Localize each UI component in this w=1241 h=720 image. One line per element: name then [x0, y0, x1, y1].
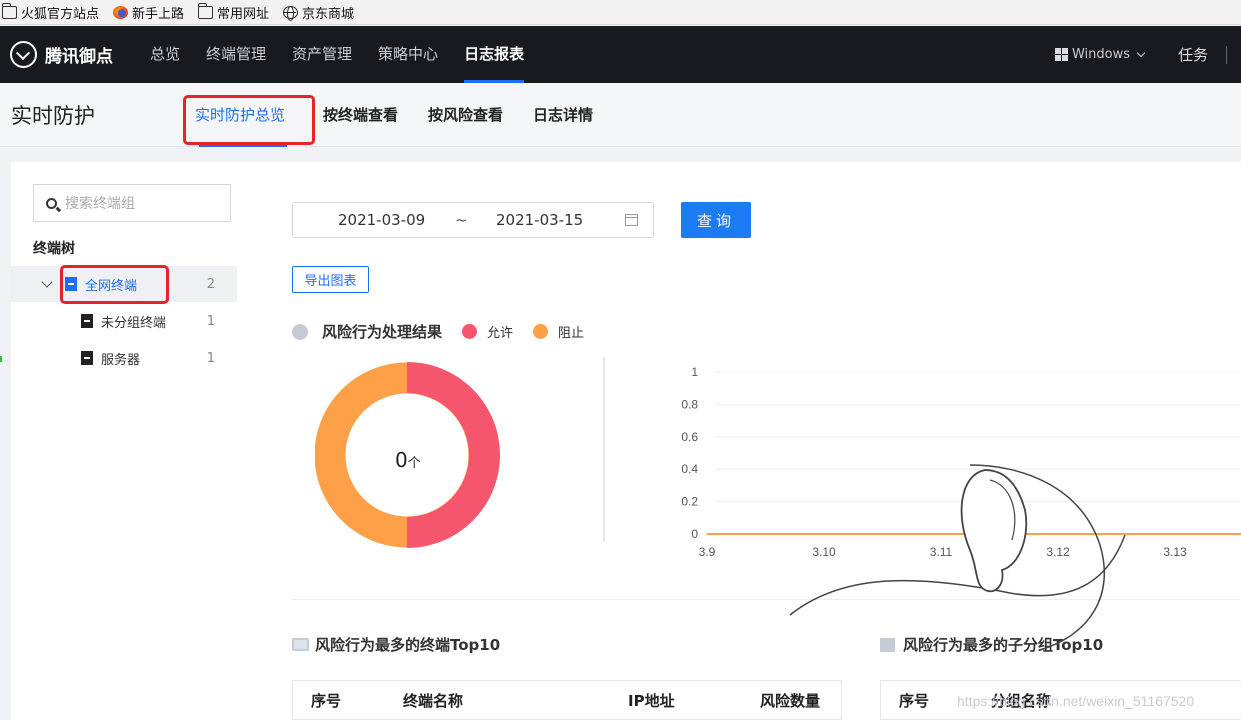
nav-item-logs[interactable]: 日志报表: [464, 26, 525, 83]
y-tick-label: 0.4: [681, 462, 698, 476]
shield-logo-icon: [10, 41, 37, 68]
section-title: 风险行为最多的子分组Top10: [903, 636, 1104, 654]
folder-icon: [2, 2, 17, 19]
y-tick-label: 1: [691, 365, 698, 379]
section-title: 风险行为处理结果: [322, 323, 443, 341]
main-nav: 总览 终端管理 资产管理 策略中心 日志报表: [150, 26, 550, 83]
tree-node-label: 未分组终端: [101, 315, 167, 331]
donut-slice-allow[interactable]: [407, 362, 500, 548]
query-button[interactable]: 查询: [681, 202, 751, 238]
firefox-icon: [113, 5, 129, 19]
watermark-text: https://blog.csdn.net/weixin_51167520: [957, 693, 1195, 709]
top-terminals-table-header: 序号 终端名称 IP地址 风险数量: [292, 680, 842, 720]
donut-value: 0: [395, 448, 408, 472]
bookmark-item[interactable]: 常用网址: [198, 2, 270, 22]
legend-block-label[interactable]: 阻止: [558, 322, 584, 341]
donut-center-value: 0个: [395, 448, 421, 472]
bookmark-label: 新手上路: [132, 6, 185, 22]
chevron-down-icon[interactable]: [1136, 48, 1146, 57]
highlight-box: [60, 265, 169, 304]
app-header: 腾讯御点 总览 终端管理 资产管理 策略中心 日志报表 Windows 任务: [0, 26, 1241, 83]
bookmark-item[interactable]: 京东商城: [283, 3, 354, 22]
date-separator: ~: [455, 211, 468, 229]
bookmark-label: 常用网址: [217, 6, 270, 22]
donut-unit: 个: [407, 456, 421, 471]
top-terminals-header: 风险行为最多的终端Top10: [292, 634, 500, 655]
legend-block-swatch: [533, 324, 549, 339]
start-date[interactable]: 2021-03-09: [338, 211, 425, 229]
nav-item-policy[interactable]: 策略中心: [378, 26, 438, 83]
column-header: 风险数量: [760, 691, 821, 710]
top-groups-header: 风险行为最多的子分组Top10: [880, 634, 1103, 655]
group-icon: [81, 314, 93, 328]
bookmark-label: 京东商城: [302, 6, 355, 22]
info-icon: [292, 323, 308, 340]
end-date[interactable]: 2021-03-15: [496, 211, 583, 229]
legend-allow-label[interactable]: 允许: [487, 322, 513, 341]
section-divider: [292, 599, 1241, 600]
bookmark-item[interactable]: 火狐官方站点: [2, 2, 100, 22]
os-select[interactable]: Windows: [1072, 47, 1130, 62]
page-title: 实时防护: [11, 103, 95, 128]
tab-by-terminal[interactable]: 按终端查看: [323, 83, 398, 147]
bookmarks-bar: 火狐官方站点 新手上路 常用网址 京东商城: [0, 0, 1241, 25]
window-edge-marker: [0, 356, 2, 362]
highlight-box: [183, 95, 315, 145]
group-icon: [81, 351, 93, 365]
calendar-icon[interactable]: [625, 214, 638, 226]
chart-divider: [603, 357, 605, 542]
y-tick-label: 0.2: [681, 495, 698, 509]
windows-icon: [1054, 48, 1068, 61]
section-title: 风险行为最多的终端Top10: [315, 636, 501, 654]
legend-allow-swatch: [462, 324, 478, 339]
tab-by-risk[interactable]: 按风险查看: [428, 83, 503, 147]
task-button[interactable]: 任务: [1178, 44, 1208, 65]
y-tick-label: 0.8: [681, 397, 698, 411]
risk-result-header: 风险行为处理结果 允许 阻止: [292, 321, 584, 342]
column-header: 序号: [311, 691, 342, 710]
main-content: 2021-03-09 ~ 2021-03-15 查询 导出图表 风险行为处理结果…: [255, 162, 1241, 720]
column-header: 终端名称: [403, 691, 464, 710]
nav-item-terminals[interactable]: 终端管理: [206, 26, 266, 83]
x-tick-label: 3.13: [1163, 545, 1187, 559]
x-tick-label: 3.11: [930, 545, 953, 559]
bookmark-label: 火狐官方站点: [21, 6, 100, 22]
tree-node-ungrouped[interactable]: 未分组终端 1: [11, 303, 237, 339]
search-icon: [46, 197, 57, 209]
x-tick-label: 3.10: [812, 545, 836, 559]
line-chart: 1 0.8 0.6 0.4 0.2 03.9 3.10 3.11 3.12 3.13: [681, 365, 1241, 559]
date-range-picker[interactable]: 2021-03-09 ~ 2021-03-15: [292, 202, 654, 238]
header-right: Windows 任务: [1054, 44, 1241, 65]
folder-icon: [198, 2, 214, 19]
y-tick-label: 0.6: [681, 430, 698, 444]
bookmark-item[interactable]: 新手上路: [113, 3, 184, 22]
brand-logo[interactable]: 腾讯御点: [10, 41, 150, 68]
brand-name: 腾讯御点: [45, 47, 113, 67]
folder-icon: [880, 637, 895, 652]
tree-node-servers[interactable]: 服务器 1: [11, 340, 237, 376]
nav-item-assets[interactable]: 资产管理: [292, 26, 352, 83]
column-header: 序号: [899, 691, 930, 710]
search-input[interactable]: 搜索终端组: [33, 184, 231, 222]
tree-node-count: 1: [206, 350, 215, 366]
tree-node-count: 2: [206, 276, 215, 292]
sidebar: 搜索终端组 终端树 全网终端 2 未分组终端 1 服务器 1: [11, 162, 255, 720]
tree-title: 终端树: [33, 241, 75, 257]
globe-icon: [283, 5, 299, 21]
nav-item-overview[interactable]: 总览: [150, 26, 180, 83]
chevron-down-icon[interactable]: [41, 276, 53, 288]
tab-log-details[interactable]: 日志详情: [533, 83, 593, 147]
x-tick-label: 3.9: [699, 545, 716, 559]
export-chart-button[interactable]: 导出图表: [292, 266, 369, 293]
search-placeholder: 搜索终端组: [65, 196, 135, 212]
header-divider: [1226, 45, 1227, 64]
monitor-icon: [292, 638, 309, 651]
tree-node-count: 1: [206, 313, 215, 329]
column-header: IP地址: [628, 691, 675, 710]
y-tick-label: 0: [691, 527, 698, 541]
x-tick-label: 3.12: [1046, 545, 1070, 559]
tree-node-label: 服务器: [101, 352, 141, 368]
